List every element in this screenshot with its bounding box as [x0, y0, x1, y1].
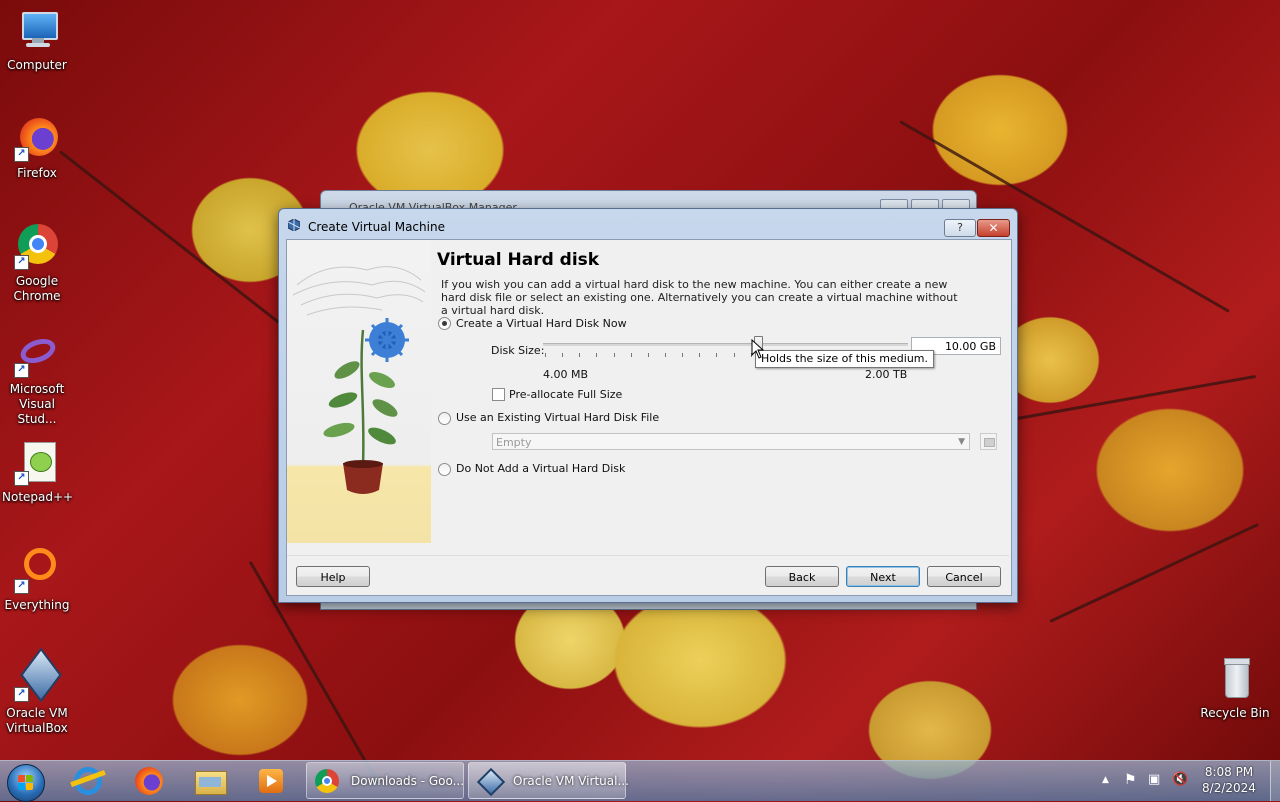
notepadpp-icon: ↗ — [14, 440, 60, 486]
do-not-add-disk-label[interactable]: Do Not Add a Virtual Hard Disk — [456, 462, 625, 475]
shortcut-arrow-icon: ↗ — [14, 147, 29, 162]
clock-time: 8:08 PM — [1204, 765, 1254, 779]
slider-tick — [613, 353, 615, 357]
volume-muted-icon[interactable]: 🔇 — [1172, 772, 1188, 787]
disk-size-tooltip: Holds the size of this medium. — [755, 350, 935, 368]
disk-size-slider[interactable] — [543, 343, 908, 346]
desktop-icon-chrome[interactable]: ↗ Google Chrome — [2, 224, 72, 304]
internet-explorer-icon[interactable] — [64, 765, 112, 799]
slider-tick — [579, 353, 581, 357]
taskbar-item-chrome[interactable]: Downloads - Goo... — [306, 762, 464, 799]
desktop-icon-computer[interactable]: Computer — [2, 8, 72, 73]
wallpaper-branch — [999, 374, 1257, 423]
desktop-icon-virtualbox[interactable]: ↗ Oracle VM VirtualBox — [2, 647, 72, 736]
desktop-icon-everything[interactable]: ↗ Everything — [2, 548, 72, 613]
desktop-icon-label: Google Chrome — [13, 274, 61, 303]
taskbar-item-label: Downloads - Goo... — [351, 774, 465, 788]
plant-illustration-icon — [292, 266, 426, 494]
page-description: If you wish you can add a virtual hard d… — [441, 278, 958, 317]
desktop-icon-label: Everything — [4, 598, 70, 612]
shortcut-arrow-icon: ↗ — [14, 579, 29, 594]
show-hidden-icons-arrow[interactable]: ▲ — [1102, 775, 1109, 785]
existing-disk-value: Empty — [496, 436, 532, 449]
desktop-icon-label: Notepad++ — [2, 490, 74, 504]
clock-date: 8/2/2024 — [1202, 781, 1256, 795]
desktop-icon-visual-studio[interactable]: ↗ Microsoft Visual Stud... — [2, 332, 72, 427]
network-icon[interactable]: ▣ — [1148, 772, 1160, 787]
slider-max-label: 2.00 TB — [865, 368, 908, 381]
shortcut-arrow-icon: ↗ — [14, 471, 29, 486]
shortcut-arrow-icon: ↗ — [14, 255, 29, 270]
virtualbox-icon — [288, 219, 300, 231]
chrome-icon: ↗ — [14, 224, 60, 270]
choose-disk-file-button[interactable] — [980, 433, 997, 450]
help-button[interactable]: Help — [296, 566, 370, 587]
create-vm-dialog[interactable]: Create Virtual Machine ? ✕ Virtual Hard … — [278, 208, 1018, 603]
chrome-icon — [315, 769, 339, 793]
desktop-icon-notepadpp[interactable]: ↗ Notepad++ — [2, 440, 74, 505]
virtualbox-icon: ↗ — [14, 647, 62, 703]
slider-tick — [733, 353, 735, 357]
create-disk-now-label[interactable]: Create a Virtual Hard Disk Now — [456, 317, 627, 330]
desktop-icon-label: Microsoft Visual Stud... — [9, 382, 65, 426]
plant-watermark-image — [287, 240, 431, 543]
dialog-title: Create Virtual Machine — [308, 220, 445, 234]
file-explorer-icon[interactable] — [186, 765, 234, 799]
page-title: Virtual Hard disk — [437, 250, 600, 270]
computer-icon — [14, 8, 60, 54]
shortcut-arrow-icon: ↗ — [14, 687, 29, 702]
slider-tick — [596, 353, 598, 357]
recycle-bin-icon — [1212, 656, 1258, 702]
action-center-flag-icon[interactable]: ⚑ — [1124, 772, 1137, 788]
virtualbox-icon — [476, 767, 506, 797]
show-desktop-button[interactable] — [1270, 761, 1280, 801]
wallpaper-branch — [1049, 522, 1260, 623]
do-not-add-disk-radio[interactable] — [438, 463, 451, 476]
taskbar: Downloads - Goo... Oracle VM Virtual... … — [0, 760, 1280, 802]
back-button[interactable]: Back — [765, 566, 839, 587]
everything-icon: ↗ — [14, 548, 60, 594]
create-disk-now-radio[interactable] — [438, 317, 451, 330]
mouse-cursor-icon — [751, 339, 765, 359]
slider-tick — [647, 353, 649, 357]
chevron-down-icon: ▼ — [958, 437, 965, 447]
slider-tick — [562, 353, 564, 357]
disk-size-label: Disk Size: — [491, 344, 545, 357]
desktop-icon-label: Oracle VM VirtualBox — [6, 706, 68, 735]
slider-tick — [682, 353, 684, 357]
help-titlebar-button[interactable]: ? — [944, 219, 976, 237]
desktop-icon-label: Recycle Bin — [1200, 706, 1270, 720]
desktop-icon-label: Firefox — [17, 166, 57, 180]
wallpaper-branch — [59, 150, 314, 350]
desktop-icon-recycle-bin[interactable]: Recycle Bin — [1200, 656, 1270, 721]
firefox-icon: ↗ — [14, 116, 60, 162]
media-player-icon[interactable] — [247, 765, 295, 799]
desktop-icon-firefox[interactable]: ↗ Firefox — [2, 116, 72, 181]
start-button[interactable] — [7, 764, 45, 802]
preallocate-checkbox[interactable] — [492, 388, 505, 401]
visual-studio-icon: ↗ — [14, 332, 60, 378]
slider-tick — [665, 353, 666, 357]
existing-disk-dropdown[interactable]: Empty ▼ — [492, 433, 970, 450]
dialog-titlebar[interactable]: Create Virtual Machine ? ✕ — [279, 209, 1017, 239]
preallocate-label[interactable]: Pre-allocate Full Size — [509, 388, 622, 401]
slider-tick — [545, 353, 546, 357]
taskbar-item-label: Oracle VM Virtual... — [513, 774, 629, 788]
shortcut-arrow-icon: ↗ — [14, 363, 29, 378]
tray-clock[interactable]: 8:08 PM 8/2/2024 — [1196, 764, 1262, 796]
use-existing-disk-label[interactable]: Use an Existing Virtual Hard Disk File — [456, 411, 659, 424]
firefox-icon[interactable] — [125, 765, 173, 799]
slider-min-label: 4.00 MB — [543, 368, 589, 381]
slider-tick — [699, 353, 701, 357]
taskbar-item-virtualbox[interactable]: Oracle VM Virtual... — [468, 762, 629, 799]
dialog-footer: Help Back Next Cancel — [287, 555, 1009, 595]
next-button[interactable]: Next — [846, 566, 920, 587]
close-button[interactable]: ✕ — [977, 219, 1010, 237]
use-existing-disk-radio[interactable] — [438, 412, 451, 425]
slider-tick — [630, 353, 632, 357]
desktop-icon-label: Computer — [7, 58, 67, 72]
slider-tick — [716, 353, 718, 357]
dialog-client-area: Virtual Hard disk If you wish you can ad… — [286, 239, 1012, 596]
cancel-button[interactable]: Cancel — [927, 566, 1001, 587]
